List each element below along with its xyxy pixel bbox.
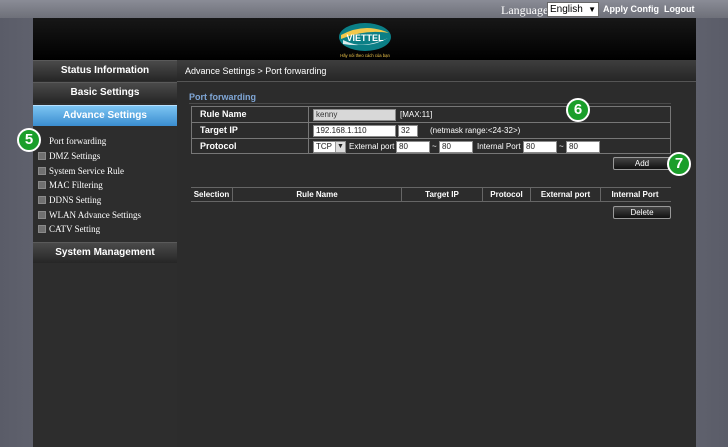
rule-name-hint: [MAX:11] (400, 110, 433, 119)
sidebar-item-ddns-setting[interactable]: DDNS Setting (38, 193, 101, 207)
column-header-selection: Selection (191, 188, 233, 201)
section-title: Port forwarding (189, 92, 256, 102)
apply-config-link[interactable]: Apply Config (603, 4, 659, 14)
internal-port-label: Internal Port (477, 142, 521, 151)
section-divider (189, 103, 671, 104)
protocol-label: Protocol (192, 139, 309, 154)
chevron-down-icon: ▼ (335, 142, 345, 152)
add-button[interactable]: Add (613, 157, 671, 170)
logo-slogan-text: Hãy nói theo cách của bạn (340, 53, 390, 58)
sidebar-item-dmz-settings[interactable]: DMZ Settings (38, 149, 100, 163)
protocol-select[interactable]: TCP ▼ (313, 141, 346, 153)
breadcrumb: Advance Settings > Port forwarding (185, 66, 327, 76)
sidebar-item-mac-filtering[interactable]: MAC Filtering (38, 178, 103, 192)
column-header-internal-port: Internal Port (611, 190, 659, 199)
internal-port-range-separator: ~ (559, 142, 564, 151)
delete-button[interactable]: Delete (613, 206, 671, 219)
sidebar: Status Information Basic Settings Advanc… (33, 60, 177, 447)
sidebar-item-system-service-rule[interactable]: System Service Rule (38, 164, 124, 178)
sidebar-item-label: DMZ Settings (49, 151, 101, 161)
column-header-external-port: External port (531, 188, 601, 201)
square-bullet-icon (38, 196, 46, 204)
language-select[interactable]: English ▼ (547, 2, 599, 17)
external-port-range-separator: ~ (432, 142, 437, 151)
sidebar-item-label: DDNS Setting (49, 195, 102, 205)
netmask-hint: (netmask range:<24-32>) (430, 126, 521, 135)
step-6-badge: 6 (566, 98, 590, 122)
netmask-input[interactable]: 32 (398, 125, 418, 137)
menu-status-information[interactable]: Status Information (33, 60, 177, 81)
logout-link[interactable]: Logout (664, 4, 695, 14)
step-7-badge: 7 (667, 152, 691, 176)
sidebar-item-label: MAC Filtering (49, 180, 103, 190)
rule-list-header: Selection Rule Name Target IP Protocol E… (191, 187, 671, 202)
square-bullet-icon (38, 211, 46, 219)
menu-basic-settings[interactable]: Basic Settings (33, 82, 177, 103)
sidebar-item-label: Port forwarding (49, 136, 107, 146)
port-forwarding-form: Rule Name kenny [MAX:11] Target IP 192.1… (191, 106, 671, 154)
language-label: Language (501, 3, 549, 17)
form-row-protocol: Protocol TCP ▼ External port 80 ~ 80 Int… (192, 139, 670, 155)
main-content: Advance Settings > Port forwarding Port … (177, 60, 696, 447)
target-ip-label: Target IP (192, 123, 309, 138)
internal-port-from-input[interactable]: 80 (523, 141, 557, 153)
square-bullet-icon (38, 167, 46, 175)
external-port-to-input[interactable]: 80 (439, 141, 473, 153)
column-header-rule-name: Rule Name (233, 188, 402, 201)
external-port-from-input[interactable]: 80 (396, 141, 430, 153)
sidebar-item-wlan-advance-settings[interactable]: WLAN Advance Settings (38, 208, 141, 222)
target-ip-input[interactable]: 192.168.1.110 (313, 125, 396, 137)
sidebar-item-label: CATV Setting (49, 224, 101, 234)
header-banner: VIETTEL Hãy nói theo cách của bạn (33, 18, 696, 60)
sidebar-item-port-forwarding[interactable]: Port forwarding (38, 134, 106, 148)
rule-name-label: Rule Name (192, 107, 309, 122)
breadcrumb-bar: Advance Settings > Port forwarding (177, 60, 696, 82)
sidebar-item-label: System Service Rule (49, 166, 124, 176)
column-header-target-ip: Target IP (402, 188, 483, 201)
language-select-value: English (550, 4, 583, 15)
menu-system-management[interactable]: System Management (33, 242, 177, 263)
form-row-rule-name: Rule Name kenny [MAX:11] (192, 107, 670, 123)
internal-port-to-input[interactable]: 80 (566, 141, 600, 153)
protocol-select-value: TCP (316, 142, 332, 151)
form-row-target-ip: Target IP 192.168.1.110 32 (netmask rang… (192, 123, 670, 139)
logo-brand-text: VIETTEL (346, 33, 384, 43)
rule-name-input[interactable]: kenny (313, 109, 396, 121)
square-bullet-icon (38, 181, 46, 189)
viettel-logo-icon: VIETTEL Hãy nói theo cách của bạn (339, 23, 391, 58)
external-port-label: External port (349, 142, 395, 151)
top-bar: Language English ▼ Apply Config Logout (0, 0, 728, 18)
column-header-protocol: Protocol (483, 188, 531, 201)
sidebar-item-label: WLAN Advance Settings (49, 210, 141, 220)
menu-advance-settings[interactable]: Advance Settings (33, 105, 177, 126)
step-5-badge: 5 (17, 128, 41, 152)
chevron-down-icon: ▼ (588, 5, 596, 14)
sidebar-item-catv-setting[interactable]: CATV Setting (38, 222, 100, 236)
viettel-logo: VIETTEL Hãy nói theo cách của bạn (333, 18, 397, 60)
square-bullet-icon (38, 225, 46, 233)
square-bullet-icon (38, 152, 46, 160)
